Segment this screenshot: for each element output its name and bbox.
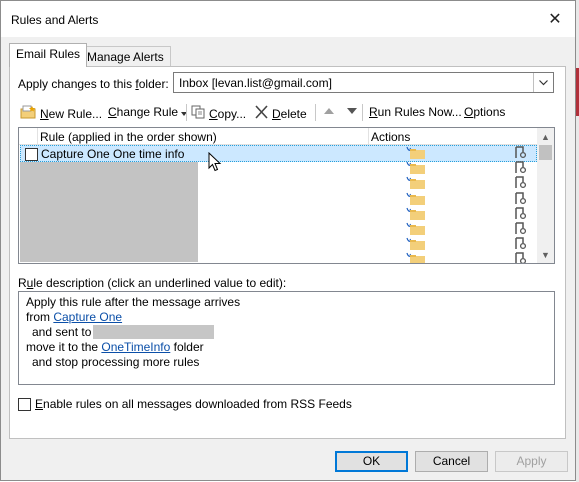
stop-processing-icon <box>513 222 527 235</box>
rules-list[interactable]: Rule (applied in the order shown) Action… <box>18 127 555 264</box>
options-accel: O <box>464 105 474 119</box>
column-divider <box>37 128 38 144</box>
actions-move-column <box>405 146 425 263</box>
desc-label-start: R <box>18 276 27 290</box>
rule-enabled-checkbox[interactable] <box>25 148 38 161</box>
move-down-icon[interactable] <box>347 108 357 114</box>
move-to-folder-icon <box>405 176 425 190</box>
folder-label-text-end: older: <box>138 77 169 91</box>
sender-link[interactable]: Capture One <box>53 310 122 324</box>
stop-processing-icon <box>513 252 527 263</box>
copy-icon <box>191 105 206 122</box>
desc-from-text: from <box>26 310 54 324</box>
stop-processing-icon <box>513 207 527 220</box>
desc-label-end: le description (click an underlined valu… <box>33 276 287 290</box>
rss-label: nable rules on all messages downloaded f… <box>43 397 352 411</box>
cancel-button[interactable]: Cancel <box>415 451 488 472</box>
change-rule-label: hange Rule <box>116 105 179 119</box>
rule-description-box: Apply this rule after the message arrive… <box>18 291 555 385</box>
rules-list-scrollbar[interactable]: ▲ ▼ <box>537 128 554 263</box>
rule-name: Capture One One time info <box>41 147 185 161</box>
run-rules-label: un Rules Now... <box>377 105 462 119</box>
copy-label: opy... <box>217 106 247 121</box>
desc-line-condition: Apply this rule after the message arrive… <box>26 295 241 309</box>
column-divider <box>368 128 369 144</box>
desc-sent-to-text: and sent to <box>32 325 92 339</box>
scroll-down-icon[interactable]: ▼ <box>537 246 554 263</box>
mouse-cursor-icon <box>208 152 222 172</box>
stop-processing-icon <box>513 161 527 174</box>
copy-button[interactable]: Copy... <box>191 105 246 122</box>
new-rule-accel: N <box>40 106 49 121</box>
desc-line-sent-to: and sent to <box>32 325 215 339</box>
new-rule-button[interactable]: New Rule... <box>20 105 102 122</box>
move-to-folder-icon <box>405 237 425 251</box>
redacted-recipient[interactable] <box>93 325 215 339</box>
new-rule-label: ew Rule... <box>48 106 103 121</box>
scroll-up-icon[interactable]: ▲ <box>537 128 554 145</box>
ok-button[interactable]: OK <box>335 451 408 472</box>
stop-processing-icon <box>513 176 527 189</box>
run-rules-accel: R <box>369 105 378 119</box>
change-rule-button[interactable]: Change Rule <box>108 105 188 119</box>
delete-accel: D <box>272 106 281 121</box>
desc-line-stop: and stop processing more rules <box>32 355 200 369</box>
move-to-folder-icon <box>405 222 425 235</box>
title-bar: Rules and Alerts ✕ <box>1 1 575 37</box>
rss-label-accel: E <box>35 397 44 411</box>
delete-label: elete <box>280 106 307 121</box>
tab-manage-alerts[interactable]: Manage Alerts <box>80 46 171 68</box>
stop-processing-icon <box>513 146 527 159</box>
column-actions-header[interactable]: Actions <box>371 130 410 144</box>
target-folder-link[interactable]: OneTimeInfo <box>101 340 170 354</box>
rules-list-header: Rule (applied in the order shown) Action… <box>19 128 537 145</box>
stop-processing-icon <box>513 191 527 205</box>
run-rules-now-button[interactable]: Run Rules Now... <box>369 105 462 119</box>
move-to-folder-icon <box>405 146 425 159</box>
rss-enable-checkbox[interactable] <box>18 397 31 411</box>
move-to-folder-icon <box>405 252 425 263</box>
new-rule-icon <box>20 105 37 122</box>
toolbar-separator <box>315 104 316 121</box>
move-to-folder-icon <box>405 161 425 175</box>
options-label: ptions <box>473 105 506 119</box>
move-to-folder-icon <box>405 192 425 205</box>
delete-button[interactable]: Delete <box>254 105 307 122</box>
folder-label-text: Apply changes to this <box>18 77 136 91</box>
chevron-down-icon[interactable] <box>533 73 553 92</box>
options-button[interactable]: Options <box>464 105 505 119</box>
stop-processing-icon <box>513 237 527 250</box>
folder-dropdown-value: Inbox [levan.list@gmail.com] <box>179 76 332 90</box>
toolbar-separator <box>186 104 187 121</box>
copy-accel: C <box>209 106 218 121</box>
desc-folder-text: folder <box>170 340 204 354</box>
apply-button[interactable]: Apply <box>495 451 568 472</box>
desc-line-from: from Capture One <box>26 310 122 324</box>
column-rule-header[interactable]: Rule (applied in the order shown) <box>40 130 217 144</box>
rss-rules-option[interactable]: Enable rules on all messages downloaded … <box>18 397 352 411</box>
desc-move-text: move it to the <box>26 340 102 354</box>
scrollbar-thumb[interactable] <box>539 145 552 160</box>
actions-stop-column <box>513 146 527 263</box>
tab-email-rules[interactable]: Email Rules <box>9 43 88 67</box>
move-up-icon[interactable] <box>324 108 334 114</box>
folder-dropdown[interactable]: Inbox [levan.list@gmail.com] <box>173 72 554 93</box>
window-title: Rules and Alerts <box>11 13 99 27</box>
change-rule-accel: C <box>108 105 117 119</box>
folder-label: Apply changes to this folder: <box>18 77 169 91</box>
toolbar-separator <box>362 104 363 121</box>
delete-x-icon <box>254 105 269 122</box>
rule-row[interactable]: Capture One One time info <box>20 145 537 162</box>
close-icon[interactable]: ✕ <box>543 7 567 31</box>
rule-description-label: Rule description (click an underlined va… <box>18 276 286 290</box>
redacted-rule-names <box>20 162 198 262</box>
move-to-folder-icon <box>405 207 425 220</box>
desc-line-move: move it to the OneTimeInfo folder <box>26 340 204 354</box>
